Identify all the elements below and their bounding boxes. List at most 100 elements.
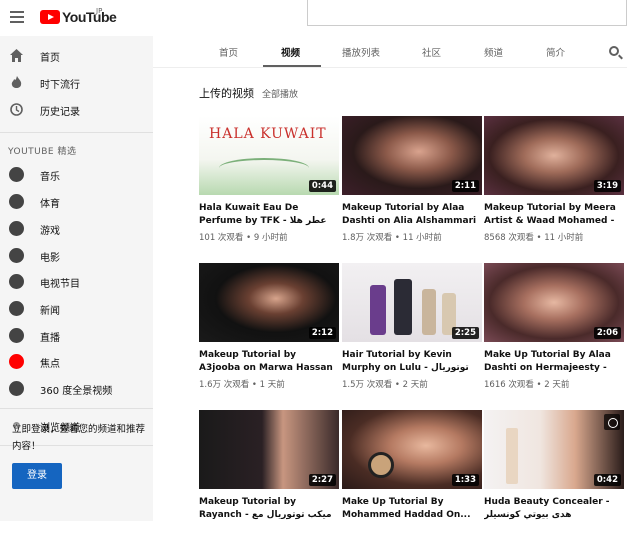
flame-icon: [11, 76, 22, 88]
sidebar-divider: [0, 408, 153, 409]
video-duration: 2:27: [308, 474, 336, 486]
sidebar-item-label: 电视节目: [40, 279, 80, 290]
tab-videos[interactable]: 视频: [281, 45, 300, 59]
video-title[interactable]: Makeup Tutorial by Alaa Dashti on Alia A…: [342, 202, 482, 228]
video-thumbnail[interactable]: 2:27: [199, 410, 339, 489]
sidebar-item-label: 音乐: [40, 172, 60, 183]
upload-time: 2 天前: [402, 380, 428, 390]
video-card[interactable]: 0:42 Huda Beauty Concealer - هدى بيوتي ك…: [484, 410, 624, 550]
video-thumbnail[interactable]: 0:42: [484, 410, 624, 489]
sidebar-item-tv[interactable]: 电视节目: [0, 269, 153, 295]
video-title[interactable]: Makeup Tutorial by A3jooba on Marwa Hass…: [199, 349, 339, 375]
video-thumbnail[interactable]: 1:33: [342, 410, 482, 489]
video-title[interactable]: Hair Tutorial by Kevin Murphy on Lulu - …: [342, 349, 482, 375]
view-count: 101 次观看: [199, 233, 244, 243]
sidebar-item-trending[interactable]: 时下流行: [0, 70, 153, 96]
video-card[interactable]: 2:06 Make Up Tutorial By Alaa Dashti on …: [484, 263, 624, 403]
sidebar-item-news[interactable]: 新闻: [0, 296, 153, 322]
history-icon: [10, 103, 23, 116]
menu-icon[interactable]: [10, 11, 24, 23]
sidebar-item-label: 电影: [40, 253, 60, 264]
sidebar-item-live[interactable]: 直播: [0, 323, 153, 349]
upload-time: 2 天前: [544, 380, 570, 390]
video-thumbnail[interactable]: 3:19: [484, 116, 624, 195]
sidebar-item-label: 新闻: [40, 306, 60, 317]
sidebar-item-music[interactable]: 音乐: [0, 162, 153, 188]
tab-channels[interactable]: 频道: [484, 45, 503, 59]
video-card[interactable]: 2:11 Makeup Tutorial by Alaa Dashti on A…: [342, 116, 482, 256]
channel-search-icon[interactable]: [609, 46, 619, 56]
video-card[interactable]: 1:33 Make Up Tutorial By Mohammed Haddad…: [342, 410, 482, 550]
product-bottle: [394, 279, 412, 335]
sidebar-divider: [0, 132, 153, 133]
tab-home[interactable]: 首页: [219, 45, 238, 59]
sports-icon: [9, 194, 24, 209]
concealer-product: [506, 428, 518, 484]
product-bottle: [422, 289, 436, 335]
video-title[interactable]: Make Up Tutorial By Mohammed Haddad On..…: [342, 496, 482, 522]
sidebar-item-label: 首页: [40, 53, 60, 64]
sidebar-item-360[interactable]: 360 度全景视频: [0, 376, 153, 402]
skyline-shape: [219, 158, 309, 178]
sidebar-item-home[interactable]: 首页: [0, 43, 153, 69]
sidebar-item-label: 历史记录: [40, 107, 80, 118]
gaming-icon: [9, 221, 24, 236]
video-thumbnail[interactable]: 2:12: [199, 263, 339, 342]
video-title[interactable]: Makeup Tutorial by Meera Artist & Waad M…: [484, 202, 624, 228]
view-count: 1.5万 次观看: [342, 380, 393, 390]
video-title[interactable]: Make Up Tutorial By Alaa Dashti on Herma…: [484, 349, 624, 375]
video-duration: 2:12: [308, 327, 336, 339]
video-card[interactable]: HALA KUWAIT 0:44 Hala Kuwait Eau De Perf…: [199, 116, 339, 256]
sidebar-item-label: 360 度全景视频: [40, 386, 113, 397]
youtube-logo-text[interactable]: YouTube: [62, 9, 117, 25]
tab-about[interactable]: 简介: [546, 45, 565, 59]
sidebar-item-movies[interactable]: 电影: [0, 243, 153, 269]
video-title[interactable]: Huda Beauty Concealer - هدى بيوتي كونسيل…: [484, 496, 624, 522]
video-meta: 1.6万 次观看 • 1 天前: [199, 380, 285, 390]
active-tab-indicator: [263, 65, 321, 67]
tab-community[interactable]: 社区: [422, 45, 441, 59]
video-card[interactable]: 3:19 Makeup Tutorial by Meera Artist & W…: [484, 116, 624, 256]
video-duration: 2:06: [593, 327, 621, 339]
signin-button[interactable]: 登录: [12, 463, 62, 489]
video-meta: 8568 次观看 • 11 小时前: [484, 233, 584, 243]
home-icon: [10, 49, 23, 62]
upload-time: 9 小时前: [253, 233, 288, 243]
view-count: 1616 次观看: [484, 380, 534, 390]
masthead: YouTube JP: [0, 0, 627, 36]
video-meta: 1616 次观看 • 2 天前: [484, 380, 570, 390]
video-card[interactable]: 2:12 Makeup Tutorial by A3jooba on Marwa…: [199, 263, 339, 403]
upload-time: 11 小时前: [402, 233, 442, 243]
video-duration: 0:42: [593, 474, 621, 486]
video-card[interactable]: 2:25 Hair Tutorial by Kevin Murphy on Lu…: [342, 263, 482, 403]
sidebar-item-gaming[interactable]: 游戏: [0, 216, 153, 242]
watch-later-icon[interactable]: [604, 414, 620, 430]
video-thumbnail[interactable]: 2:11: [342, 116, 482, 195]
video-duration: 1:33: [451, 474, 479, 486]
video-duration: 3:19: [593, 180, 621, 192]
video-thumbnail[interactable]: HALA KUWAIT 0:44: [199, 116, 339, 195]
sidebar-item-label: 体育: [40, 199, 60, 210]
sidebar-item-label: 游戏: [40, 226, 60, 237]
sidebar-item-sports[interactable]: 体育: [0, 189, 153, 215]
video-thumbnail[interactable]: 2:25: [342, 263, 482, 342]
news-icon: [9, 301, 24, 316]
search-input[interactable]: [307, 0, 627, 26]
makeup-compact: [368, 452, 394, 478]
tab-playlists[interactable]: 播放列表: [342, 45, 380, 59]
sidebar-item-history[interactable]: 历史记录: [0, 97, 153, 123]
video-duration: 2:11: [451, 180, 479, 192]
video-title[interactable]: Makeup Tutorial by Rayanch - ميكب توتوري…: [199, 496, 339, 522]
video-card[interactable]: 2:27 Makeup Tutorial by Rayanch - ميكب ت…: [199, 410, 339, 550]
sidebar-item-spotlight[interactable]: 焦点: [0, 349, 153, 375]
sidebar-item-label: 焦点: [40, 359, 60, 370]
play-all-link[interactable]: 全部播放: [262, 87, 298, 100]
video-thumbnail[interactable]: 2:06: [484, 263, 624, 342]
product-bottle: [370, 285, 386, 335]
video-title[interactable]: Hala Kuwait Eau De Perfume by TFK - عطر …: [199, 202, 339, 228]
upload-time: 11 小时前: [544, 233, 584, 243]
sidebar-section-header: YOUTUBE 精选: [8, 147, 77, 157]
view-count: 1.6万 次观看: [199, 380, 250, 390]
youtube-logo-icon[interactable]: [40, 10, 60, 24]
live-icon: [9, 328, 24, 343]
